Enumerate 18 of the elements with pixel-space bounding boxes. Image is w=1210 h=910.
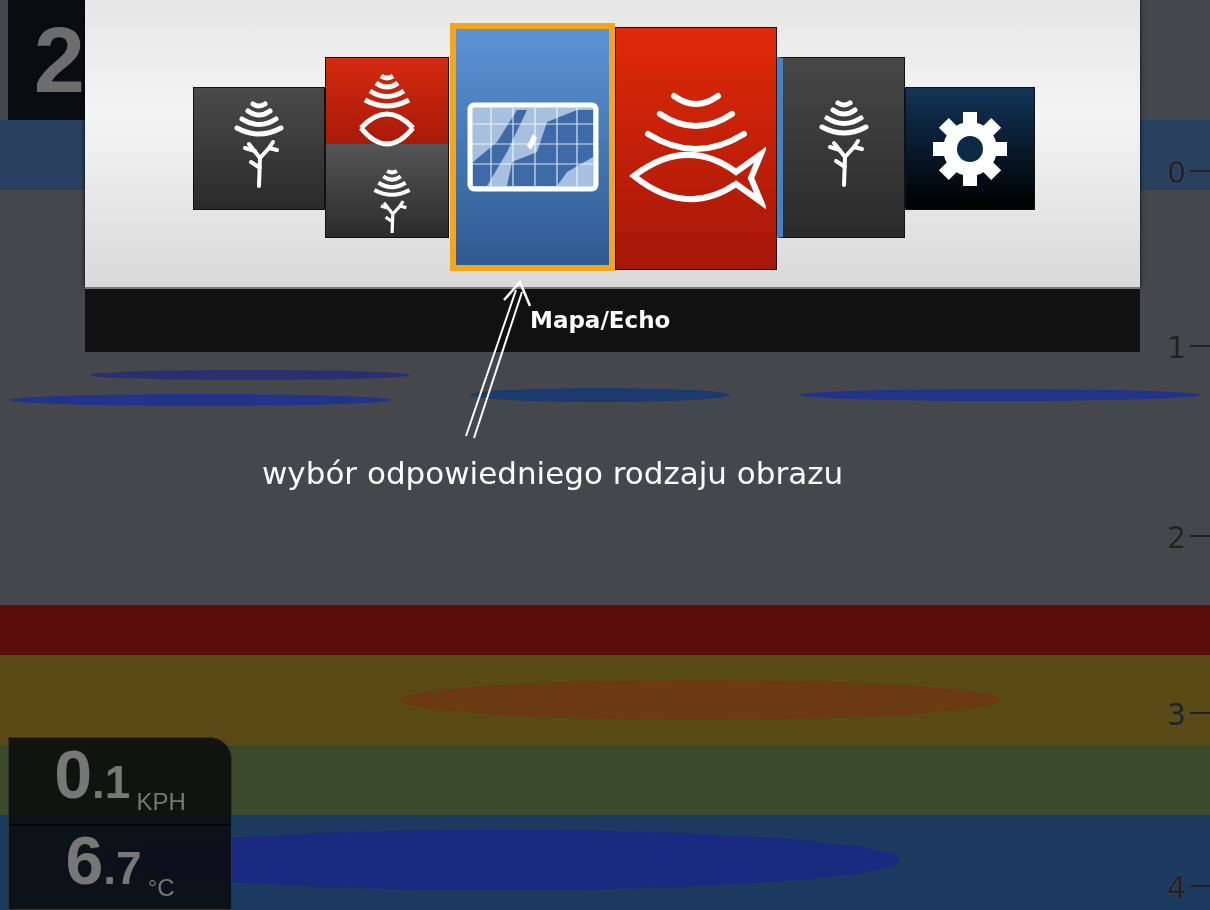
reading-value: 6.7 [65, 821, 142, 900]
menu-tile[interactable] [450, 23, 615, 271]
menu-tile[interactable] [905, 87, 1035, 210]
reading-value: 0.1 [54, 735, 131, 814]
menu-tile[interactable] [325, 57, 449, 238]
menu-tile[interactable] [777, 57, 905, 238]
chart-icon [466, 102, 599, 192]
depth-scale-label: 0 [1166, 154, 1186, 192]
menu-tile[interactable] [193, 87, 325, 210]
depth-readout: 2 [8, 0, 85, 120]
menu-label: Mapa/Echo [530, 306, 671, 335]
reading-unit: °C [147, 873, 175, 903]
annotation-text: wybór odpowiedniego rodzaju obrazu [262, 454, 844, 493]
menu-tile[interactable] [615, 27, 777, 270]
reading-unit: KPH [136, 787, 186, 817]
depth-scale-label: 3 [1166, 696, 1186, 734]
depth-scale-label: 4 [1166, 869, 1186, 907]
settings-icon [932, 110, 1008, 187]
